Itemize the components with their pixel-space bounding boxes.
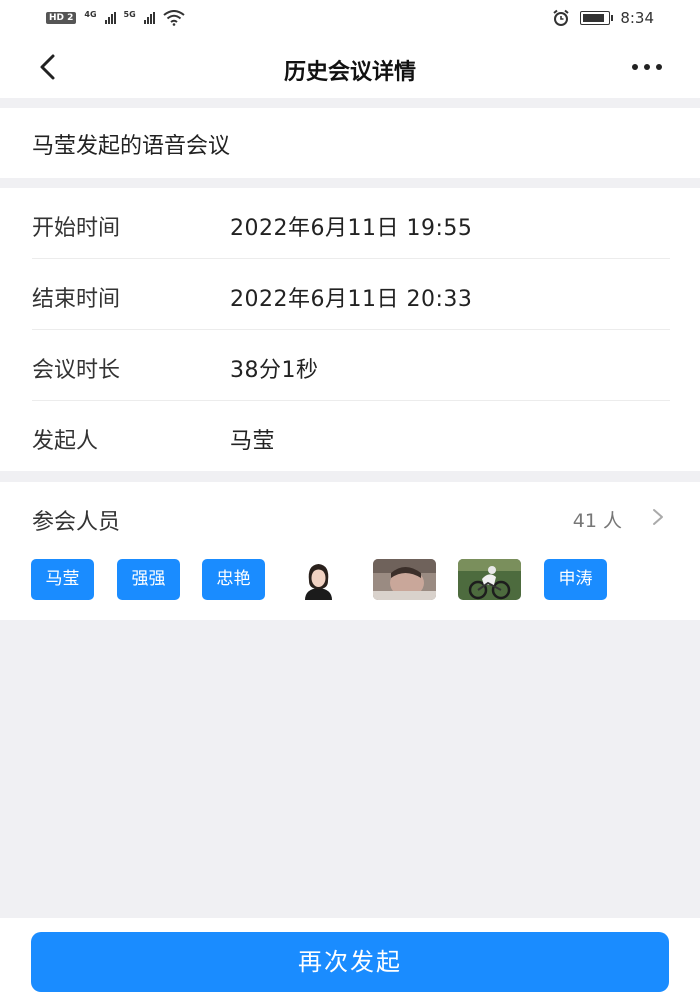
detail-value: 38分1秒 [230,358,319,383]
detail-row-initiator: 发起人 马莹 [32,401,670,472]
participant-avatar[interactable] [373,559,436,600]
person-photo-icon [287,559,350,600]
meeting-name-card: 马莹发起的语音会议 [0,108,700,178]
participants-count: 41 人 [572,510,622,532]
more-options-icon[interactable] [632,64,662,70]
signal-icon [143,12,155,24]
participants-card: 参会人员 41 人 马莹 强强 忠艳 申涛 [0,482,700,620]
detail-row-end-time: 结束时间 2022年6月11日 20:33 [32,259,670,330]
detail-row-start-time: 开始时间 2022年6月11日 19:55 [32,188,670,259]
detail-label: 结束时间 [32,287,121,312]
battery-icon [580,11,614,25]
participants-header[interactable]: 参会人员 41 人 [32,502,666,535]
clock-text: 8:34 [620,9,654,27]
participant-avatar[interactable]: 马莹 [31,559,94,600]
participant-avatar[interactable] [458,559,521,600]
participant-avatar[interactable]: 忠艳 [202,559,265,600]
person-photo-icon [373,559,436,600]
detail-label: 开始时间 [32,216,121,241]
signal-icon [104,12,116,24]
status-right: 8:34 [552,9,654,27]
network-5g-label: 5G [123,10,136,19]
detail-value: 马莹 [230,429,276,454]
status-indicators: HD 2 4G 5G [46,10,185,26]
bottom-action-bar: 再次发起 [0,918,700,1005]
detail-value: 2022年6月11日 19:55 [230,216,473,241]
participant-avatar[interactable]: 强强 [117,559,180,600]
page-title: 历史会议详情 [283,60,416,85]
hd-badge: HD 2 [46,12,77,24]
chevron-right-icon[interactable] [650,508,666,526]
detail-label: 会议时长 [32,358,121,383]
meeting-details-card: 开始时间 2022年6月11日 19:55 结束时间 2022年6月11日 20… [0,188,700,471]
status-bar: HD 2 4G 5G 8:34 [0,0,700,38]
network-4g-label: 4G [84,10,97,19]
meeting-name: 马莹发起的语音会议 [32,134,231,159]
detail-value: 2022年6月11日 20:33 [230,287,473,312]
detail-row-duration: 会议时长 38分1秒 [32,330,670,401]
detail-label: 发起人 [32,429,99,454]
participants-title: 参会人员 [32,510,121,535]
relaunch-meeting-button[interactable]: 再次发起 [31,932,669,992]
battery-level [583,14,604,22]
navigation-bar: 历史会议详情 [0,38,700,98]
wifi-icon [163,10,185,26]
participant-avatar[interactable] [287,559,350,600]
alarm-icon [553,9,569,26]
cyclist-photo-icon [458,559,521,600]
participant-avatar[interactable]: 申涛 [544,559,607,600]
